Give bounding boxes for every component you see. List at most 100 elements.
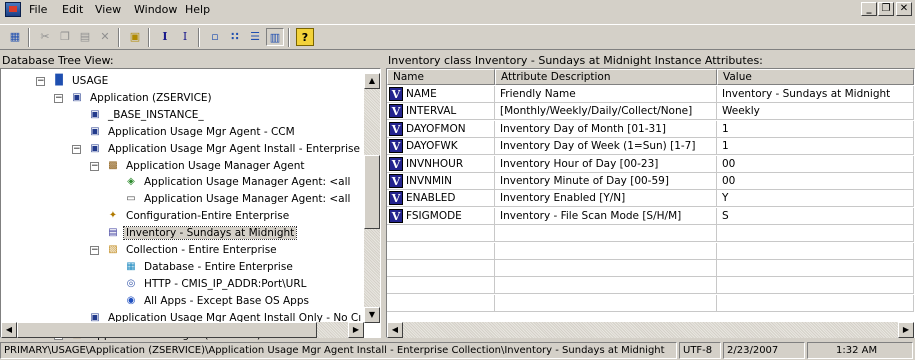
column-header-value[interactable]: Value [717, 69, 914, 85]
connector-icon: ◈ [127, 176, 135, 188]
tree-item[interactable]: ▣ Application (ZSERVICE) [69, 91, 214, 105]
tree-expander[interactable]: − [54, 93, 63, 103]
grid-row[interactable]: V DAYOFWK Inventory Day of Week (1=Sun) [1… [387, 138, 914, 156]
tree-scroll-thumb[interactable] [364, 155, 380, 229]
database-tree: − ▐▌ USAGE − ▣ Application (ZSERVICE) ▣ _BASE_I… [0, 68, 381, 341]
help-icon[interactable]: ? [296, 28, 314, 46]
pane-splitter[interactable] [381, 52, 385, 338]
tree-expander[interactable]: − [90, 246, 99, 255]
menu-file[interactable]: File [29, 3, 47, 16]
tree-expander[interactable]: − [90, 161, 99, 171]
column-header-description[interactable]: Attribute Description [495, 69, 717, 85]
status-path: PRIMARY\USAGE\Application (ZSERVICE)\App… [0, 342, 677, 359]
attribute-value: Y [717, 190, 914, 208]
variable-badge-icon: V [389, 139, 403, 154]
list-view-icon[interactable]: ☰ [246, 28, 264, 46]
minimize-button[interactable]: _ [861, 2, 877, 16]
tree-scroll-down-button[interactable]: ▼ [364, 307, 380, 323]
details-view-icon[interactable]: ▥ [266, 28, 284, 46]
attribute-description: Inventory Day of Month [01-31] [495, 120, 717, 138]
grid-row[interactable]: V DAYOFMON Inventory Day of Month [01-31] 1 [387, 120, 914, 138]
tree-hscroll-thumb[interactable] [17, 322, 317, 338]
grid-hscroll-track[interactable] [403, 322, 898, 338]
small-icons-view-icon[interactable]: ∷ [226, 28, 244, 46]
menu-window[interactable]: Window [134, 3, 177, 16]
attribute-name-cell: V FSIGMODE [387, 207, 495, 225]
tree-item-label: USAGE [72, 75, 109, 87]
empty-cell [717, 260, 914, 277]
attribute-name: DAYOFMON [406, 122, 466, 135]
empty-cell [387, 277, 495, 295]
application-icon: ▣ [90, 125, 100, 137]
column-header-name[interactable]: Name [387, 69, 495, 85]
tree-item[interactable]: ▦ Database - Entire Enterprise [123, 260, 295, 274]
tree-item[interactable]: ✦ Configuration-Entire Enterprise [105, 209, 291, 223]
menu-edit[interactable]: Edit [62, 3, 83, 16]
tree-expander[interactable]: − [36, 77, 45, 86]
close-button[interactable]: ✕ [896, 2, 912, 16]
tree-item-label: HTTP - CMIS_IP_ADDR:Port\URL [144, 277, 307, 290]
grid-row[interactable]: V FSIGMODE Inventory - File Scan Mode [S/H… [387, 207, 914, 225]
grid-row-empty [387, 225, 914, 243]
toolbar-separator [288, 28, 290, 47]
empty-cell [495, 260, 717, 277]
copy-icon[interactable]: ❐ [56, 28, 74, 46]
delete-icon[interactable]: ✕ [96, 28, 114, 46]
cut-icon[interactable]: ✂ [36, 28, 54, 46]
open-icon[interactable]: ▦ [6, 28, 24, 46]
tree-item-label: Application Usage Manager Agent: <all [144, 193, 351, 206]
tree-item[interactable]: ▣ _BASE_INSTANCE_ [87, 108, 206, 122]
menu-bar: File Edit View Window Help _ ❐ ✕ [0, 0, 915, 20]
status-bar: PRIMARY\USAGE\Application (ZSERVICE)\App… [0, 341, 915, 360]
menu-view[interactable]: View [95, 3, 121, 16]
grid-row[interactable]: V NAME Friendly Name Inventory - Sundays at… [387, 86, 914, 103]
tree-item[interactable]: ▣ Application Usage Mgr Agent Install - E… [87, 142, 362, 156]
attribute-name-cell: V ENABLED [387, 190, 495, 208]
large-icons-view-icon[interactable]: ▫ [206, 28, 224, 46]
grid-row[interactable]: V INVNMIN Inventory Minute of Day [00-59] 0… [387, 173, 914, 190]
folder-icon[interactable]: ▣ [126, 28, 144, 46]
application-icon: ▣ [90, 108, 100, 120]
app-icon[interactable] [5, 2, 21, 17]
grid-row[interactable]: V INVNHOUR Inventory Hour of Day [00-23] 00 [387, 155, 914, 173]
tree-expander[interactable]: − [72, 144, 81, 154]
tree-item[interactable]: ◉ All Apps - Except Base OS Apps [123, 294, 311, 308]
grid-row-empty [387, 260, 914, 277]
toolbar-separator [28, 28, 30, 47]
tree-panel-title: Database Tree View: [2, 54, 114, 67]
attribute-name-cell: V INTERVAL [387, 103, 495, 121]
restore-button[interactable]: ❐ [878, 2, 894, 16]
grid-scroll-left-button[interactable]: ◀ [387, 322, 403, 338]
status-date: 2/23/2007 [723, 342, 805, 359]
grid-panel-title: Inventory class Inventory - Sundays at M… [388, 54, 763, 67]
small-i-icon[interactable]: I [176, 28, 194, 46]
tree-item[interactable]: ▤ Inventory - Sundays at Midnight [105, 226, 298, 241]
attribute-value: S [717, 207, 914, 225]
tree-item[interactable]: ▭ Application Usage Manager Agent: <all [123, 192, 352, 206]
menu-help[interactable]: Help [185, 3, 210, 16]
config-icon: ✦ [108, 210, 118, 222]
paste-icon[interactable]: ▤ [76, 28, 94, 46]
tree-item-label: Application Usage Manager Agent: <all [144, 176, 351, 189]
tree-item[interactable]: ▧ Collection - Entire Enterprise [105, 243, 279, 257]
attribute-value: 00 [717, 155, 914, 173]
tree-item-label: Application Usage Mgr Agent Install - En… [108, 142, 360, 155]
grid-row[interactable]: V ENABLED Inventory Enabled [Y/N] Y [387, 190, 914, 208]
grid-row[interactable]: V INTERVAL [Monthly/Weekly/Daily/Collect/N… [387, 103, 914, 121]
attribute-description: Inventory Day of Week (1=Sun) [1-7] [495, 138, 717, 156]
attribute-name-cell: V NAME [387, 86, 495, 103]
variable-badge-icon: V [389, 208, 403, 223]
attribute-name: INVNMIN [406, 175, 452, 187]
tree-item[interactable]: ▩ Application Usage Manager Agent [105, 159, 307, 173]
tree-item[interactable]: ◈ Application Usage Manager Agent: <all [123, 175, 352, 189]
grid-scroll-right-button[interactable]: ▶ [898, 322, 914, 338]
bold-i-icon[interactable]: I [156, 28, 174, 46]
tree-item[interactable]: ▣ Application Usage Mgr Agent - CCM [87, 125, 297, 139]
tree-scroll-left-button[interactable]: ◀ [1, 322, 17, 338]
toolbar-separator [198, 28, 200, 47]
attribute-name-cell: V INVNMIN [387, 173, 495, 190]
tree-scroll-up-button[interactable]: ▲ [364, 73, 380, 89]
tree-item[interactable]: ▐▌ USAGE [51, 74, 110, 88]
tree-item[interactable]: ◎ HTTP - CMIS_IP_ADDR:Port\URL [123, 277, 308, 291]
tree-scroll-right-button[interactable]: ▶ [348, 322, 364, 338]
